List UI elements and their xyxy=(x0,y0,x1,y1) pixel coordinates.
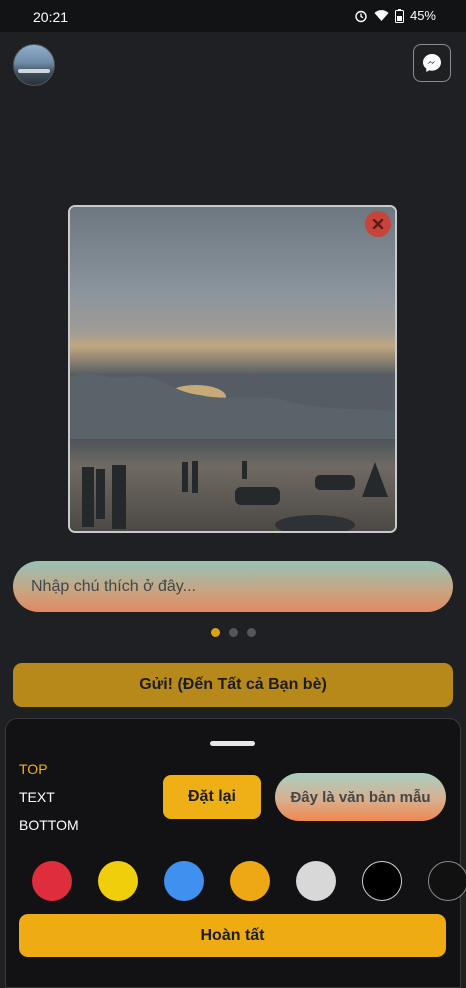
done-button[interactable]: Hoàn tất xyxy=(19,914,446,957)
messenger-icon xyxy=(423,54,441,72)
photo-preview xyxy=(68,205,397,533)
page-dot-active xyxy=(211,628,220,637)
position-option-text[interactable]: TEXT xyxy=(19,789,55,805)
page-dot xyxy=(229,628,238,637)
color-swatch-blue[interactable] xyxy=(164,861,204,901)
close-icon xyxy=(372,218,384,230)
status-icons: 45% xyxy=(354,8,436,23)
status-bar: 20:21 45% xyxy=(0,0,466,32)
position-option-bottom[interactable]: BOTTOM xyxy=(19,817,79,833)
messenger-button[interactable] xyxy=(413,44,451,82)
remove-photo-button[interactable] xyxy=(365,211,391,237)
wifi-icon xyxy=(374,10,389,21)
sample-text-preview: Đây là văn bản mẫu xyxy=(275,773,446,821)
alarm-icon xyxy=(355,10,367,22)
status-time: 20:21 xyxy=(33,9,69,25)
color-swatch-dark[interactable] xyxy=(428,861,466,901)
page-indicator xyxy=(211,628,256,637)
color-swatch-light-gray[interactable] xyxy=(296,861,336,901)
color-swatch-red[interactable] xyxy=(32,861,72,901)
color-swatch-row xyxy=(32,861,466,901)
battery-level: 45% xyxy=(409,8,436,23)
avatar[interactable] xyxy=(13,44,55,86)
sheet-drag-handle[interactable] xyxy=(210,741,255,746)
color-swatch-yellow[interactable] xyxy=(98,861,138,901)
color-swatch-orange[interactable] xyxy=(230,861,270,901)
reset-button[interactable]: Đặt lại xyxy=(163,775,261,819)
caption-placeholder: Nhập chú thích ở đây... xyxy=(31,577,196,595)
color-swatch-black[interactable] xyxy=(362,861,402,901)
send-button[interactable]: Gửi! (Đến Tất cả Bạn bè) xyxy=(13,663,453,707)
page-dot xyxy=(247,628,256,637)
caption-input[interactable]: Nhập chú thích ở đây... xyxy=(13,561,453,612)
battery-icon xyxy=(394,8,404,23)
position-option-top[interactable]: TOP xyxy=(19,761,48,777)
sunset-beach-photo xyxy=(70,207,395,531)
